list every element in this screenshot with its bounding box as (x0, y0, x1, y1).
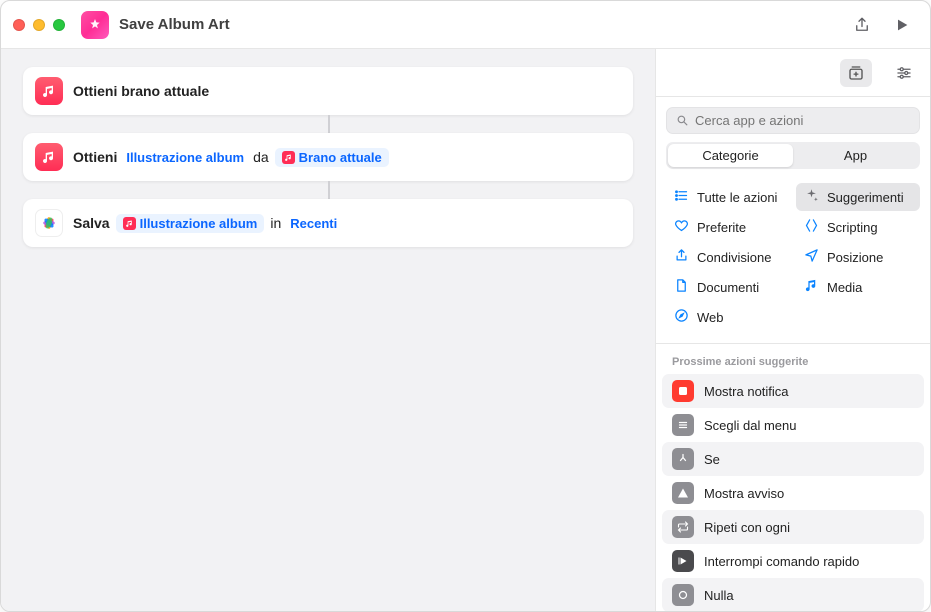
sidebar-toolbar (656, 49, 930, 97)
suggestion-item[interactable]: Scegli dal menu (662, 408, 924, 442)
music-app-icon (35, 143, 63, 171)
suggestion-label: Ripeti con ogni (704, 520, 790, 535)
action-text-small: da (253, 149, 269, 165)
suggestion-item[interactable]: Mostra notifica (662, 374, 924, 408)
search-field[interactable] (666, 107, 920, 134)
category-label: Documenti (697, 280, 759, 295)
category-label: Scripting (827, 220, 878, 235)
category-documenti[interactable]: Documenti (666, 273, 790, 301)
bell-icon (672, 380, 694, 402)
share-icon (674, 248, 689, 266)
shortcuts-editor-window: Save Album Art Ottieni brano attualeOtti… (0, 0, 931, 612)
zoom-window-button[interactable] (53, 19, 65, 31)
alert-icon (672, 482, 694, 504)
category-preferite[interactable]: Preferite (666, 213, 790, 241)
empty-icon (672, 584, 694, 606)
note-icon (804, 278, 819, 296)
branch-icon (672, 448, 694, 470)
category-label: Web (697, 310, 724, 325)
category-label: Media (827, 280, 862, 295)
suggestions-section-label: Prossime azioni suggerite (656, 352, 930, 374)
suggestion-item[interactable]: Interrompi comando rapido (662, 544, 924, 578)
sidebar-segmented-control[interactable]: Categorie App (666, 142, 920, 169)
repeat-icon (672, 516, 694, 538)
suggestion-item[interactable]: Se (662, 442, 924, 476)
action-connector (328, 115, 330, 133)
actions-sidebar: Categorie App Tutte le azioni Suggeriment… (655, 49, 930, 611)
action-label: Salva (73, 215, 110, 231)
location-icon (804, 248, 819, 266)
photos-app-icon (35, 209, 63, 237)
sidebar-content: Categorie App Tutte le azioni Suggeriment… (656, 97, 930, 611)
suggestions-list: Mostra notifica Scegli dal menu Se Mostra a… (656, 374, 930, 611)
category-suggerimenti[interactable]: Suggerimenti (796, 183, 920, 211)
window-controls (13, 19, 65, 31)
category-media[interactable]: Media (796, 273, 920, 301)
sidebar-divider (656, 343, 930, 344)
suggestion-label: Nulla (704, 588, 734, 603)
workflow-editor[interactable]: Ottieni brano attuale Ottieni Illustrazion… (1, 49, 655, 611)
parameter-token[interactable]: Illustrazione album (123, 148, 247, 167)
suggestion-item[interactable]: Ripeti con ogni (662, 510, 924, 544)
action-label: Ottieni (73, 149, 117, 165)
minimize-window-button[interactable] (33, 19, 45, 31)
action-card[interactable]: Salva Illustrazione album in Recenti (23, 199, 633, 247)
segment-apps[interactable]: App (793, 144, 918, 167)
titlebar: Save Album Art (1, 1, 930, 49)
category-scripting[interactable]: Scripting (796, 213, 920, 241)
settings-toggle-button[interactable] (888, 59, 920, 87)
list-icon (674, 188, 689, 206)
category-tutte-le-azioni[interactable]: Tutte le azioni (666, 183, 790, 211)
category-label: Suggerimenti (827, 190, 904, 205)
library-toggle-button[interactable] (840, 59, 872, 87)
suggestion-item[interactable]: Nulla (662, 578, 924, 611)
action-text: Salva Illustrazione album in Recenti (73, 214, 340, 233)
search-icon (676, 114, 689, 127)
action-text: Ottieni brano attuale (73, 83, 209, 99)
action-text: Ottieni Illustrazione album da Brano attual… (73, 148, 389, 167)
action-text-small: in (270, 215, 281, 231)
category-label: Condivisione (697, 250, 771, 265)
braces-icon (804, 218, 819, 236)
run-button[interactable] (886, 11, 918, 39)
variable-token[interactable]: Illustrazione album (116, 214, 265, 233)
category-posizione[interactable]: Posizione (796, 243, 920, 271)
window-body: Ottieni brano attuale Ottieni Illustrazion… (1, 49, 930, 611)
shortcut-icon (81, 11, 109, 39)
suggestion-label: Interrompi comando rapido (704, 554, 859, 569)
music-app-icon (35, 77, 63, 105)
parameter-token[interactable]: Recenti (287, 214, 340, 233)
action-card[interactable]: Ottieni brano attuale (23, 67, 633, 115)
suggestion-label: Scegli dal menu (704, 418, 797, 433)
sparkle-icon (804, 188, 819, 206)
window-title: Save Album Art (119, 16, 230, 33)
stop-icon (672, 550, 694, 572)
category-label: Tutte le azioni (697, 190, 777, 205)
category-condivisione[interactable]: Condivisione (666, 243, 790, 271)
heart-icon (674, 218, 689, 236)
category-grid: Tutte le azioni Suggerimenti Preferite Scri… (656, 179, 930, 343)
category-label: Posizione (827, 250, 883, 265)
search-input[interactable] (695, 113, 910, 128)
suggestion-label: Se (704, 452, 720, 467)
close-window-button[interactable] (13, 19, 25, 31)
suggestion-label: Mostra notifica (704, 384, 789, 399)
action-connector (328, 181, 330, 199)
category-label: Preferite (697, 220, 746, 235)
category-web[interactable]: Web (666, 303, 790, 331)
variable-token[interactable]: Brano attuale (275, 148, 389, 167)
action-card[interactable]: Ottieni Illustrazione album da Brano attual… (23, 133, 633, 181)
share-button[interactable] (846, 11, 878, 39)
safari-icon (674, 308, 689, 326)
suggestion-label: Mostra avviso (704, 486, 784, 501)
action-label: Ottieni brano attuale (73, 83, 209, 99)
segment-categories[interactable]: Categorie (668, 144, 793, 167)
suggestion-item[interactable]: Mostra avviso (662, 476, 924, 510)
menu-icon (672, 414, 694, 436)
doc-icon (674, 278, 689, 296)
